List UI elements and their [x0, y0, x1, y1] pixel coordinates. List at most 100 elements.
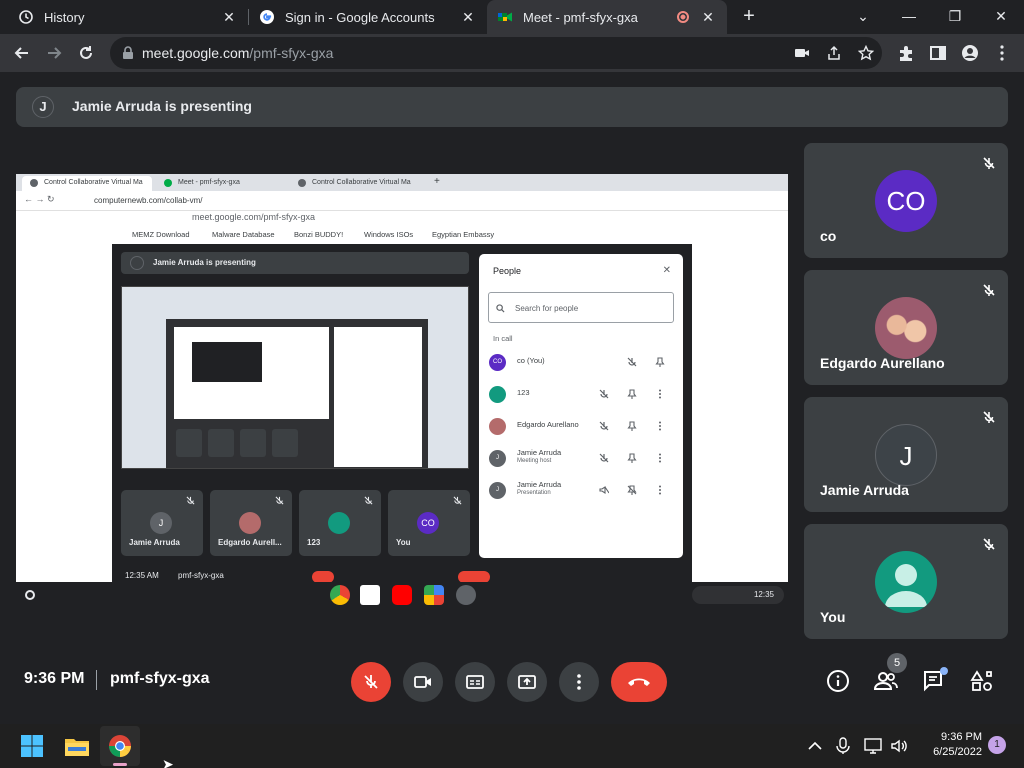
more-icon	[659, 421, 661, 431]
new-tab-button[interactable]: +	[738, 5, 760, 27]
youtube-icon	[392, 585, 412, 605]
inner-tile-name: Edgardo Aurell...	[218, 538, 282, 547]
people-avatar: J	[489, 482, 506, 499]
meeting-details-button[interactable]	[823, 666, 853, 696]
tab-meet[interactable]: Meet - pmf-sfyx-gxa ✕	[487, 0, 727, 34]
inner-bottom-bar: 12:35 AM pmf-sfyx-gxa	[112, 571, 692, 582]
start-button[interactable]	[12, 726, 52, 766]
address-bar[interactable]: meet.google.com/pmf-sfyx-gxa	[110, 37, 882, 69]
network-icon[interactable]	[864, 737, 882, 755]
tab-history[interactable]: History ✕	[8, 0, 248, 34]
participant-name: co	[820, 228, 837, 244]
chevron-up-icon[interactable]	[806, 737, 824, 755]
participant-tile[interactable]: You	[804, 524, 1008, 639]
participant-tile[interactable]: Edgardo Aurellano	[804, 270, 1008, 385]
mic-off-icon	[983, 157, 995, 169]
shared-tab-label: Control Collaborative Virtual Ma	[312, 179, 411, 186]
shared-tab: Control Collaborative Virtual Ma	[290, 176, 424, 191]
captions-button[interactable]	[455, 662, 495, 702]
people-name: co (You)	[517, 356, 545, 365]
gmail-icon	[360, 585, 380, 605]
taskbar-clock[interactable]: 9:36 PM 6/25/2022	[918, 730, 982, 760]
people-name: 123	[517, 388, 530, 397]
inner-tile-name: 123	[307, 538, 321, 547]
search-icon	[496, 304, 505, 313]
shared-tray: 12:35	[692, 586, 784, 604]
close-tab-icon[interactable]: ✕	[459, 9, 477, 26]
pin-icon	[627, 389, 637, 399]
volume-icon[interactable]	[890, 737, 908, 755]
people-role: Meeting host	[517, 458, 552, 464]
mic-off-icon	[364, 675, 378, 689]
people-name: Jamie Arruda	[517, 480, 562, 489]
microphone-icon[interactable]	[834, 737, 852, 755]
presenter-avatar: J	[32, 96, 54, 118]
share-icon[interactable]	[826, 45, 842, 61]
people-row: J Jamie Arruda Presentation	[489, 480, 669, 502]
tab-strip: History ✕ Sign in - Google Accounts ✕ Me…	[0, 0, 1024, 34]
history-icon	[18, 9, 34, 25]
restore-icon[interactable]: ❐	[944, 5, 966, 27]
more-options-button[interactable]	[559, 662, 599, 702]
inner-tile-avatar: J	[150, 512, 172, 534]
meeting-time: 9:36 PM	[24, 670, 85, 687]
google-icon	[259, 9, 275, 25]
close-window-icon[interactable]: ✕	[990, 5, 1012, 27]
inner-time: 12:35 AM	[125, 571, 159, 580]
minimize-icon[interactable]: —	[898, 5, 920, 27]
camera-toggle-button[interactable]	[403, 662, 443, 702]
shared-toolbar: ← → ↻ computernewb.com/collab-vm/	[16, 191, 788, 211]
profile-icon[interactable]	[961, 44, 979, 62]
inner-presenting-banner: Jamie Arruda is presenting	[121, 252, 469, 274]
notification-badge[interactable]: 1	[988, 736, 1006, 754]
reload-icon[interactable]	[74, 41, 98, 65]
shared-new-tab-icon: +	[434, 176, 440, 187]
extensions-icon[interactable]	[897, 44, 915, 62]
lock-icon	[122, 46, 134, 65]
close-tab-icon[interactable]: ✕	[699, 9, 717, 26]
close-tab-icon[interactable]: ✕	[220, 9, 238, 26]
bookmark-star-icon[interactable]	[858, 45, 874, 61]
inner-tile: Edgardo Aurell...	[210, 490, 292, 556]
meet-icon	[497, 9, 513, 25]
browser-toolbar: meet.google.com/pmf-sfyx-gxa	[0, 34, 1024, 72]
menu-kebab-icon[interactable]	[993, 44, 1011, 62]
chat-notification-dot	[940, 667, 948, 675]
file-explorer-button[interactable]	[57, 726, 97, 766]
back-icon[interactable]	[10, 41, 34, 65]
bookmark-item: Windows ISOs	[364, 230, 414, 239]
people-row: 123	[489, 384, 669, 406]
inner-tile: CO You	[388, 490, 470, 556]
mic-off-icon	[364, 496, 373, 505]
forward-icon[interactable]	[42, 41, 66, 65]
present-button[interactable]	[507, 662, 547, 702]
meeting-code: pmf-sfyx-gxa	[110, 670, 210, 687]
mouse-cursor: ➤	[162, 756, 174, 768]
shared-screen: Control Collaborative Virtual Ma Meet - …	[16, 174, 788, 582]
inner-tile-avatar: CO	[417, 512, 439, 534]
chrome-taskbar-button[interactable]	[100, 726, 140, 766]
people-avatar	[489, 418, 506, 435]
mic-toggle-button[interactable]	[351, 662, 391, 702]
photos-icon	[424, 585, 444, 605]
mic-off-icon	[186, 496, 195, 505]
activities-button[interactable]	[967, 666, 997, 696]
people-avatar	[489, 386, 506, 403]
participant-tile[interactable]: J Jamie Arruda	[804, 397, 1008, 512]
presenting-text: Jamie Arruda is presenting	[72, 98, 252, 114]
inner-tile-avatar	[328, 512, 350, 534]
leave-call-button[interactable]	[611, 662, 667, 702]
inner-bookmark-bar: meet.google.com/pmf-sfyx-gxa MEMZ Downlo…	[112, 212, 692, 244]
clock-time: 9:36 PM	[941, 731, 982, 743]
camera-icon[interactable]	[794, 45, 810, 61]
shared-tab-label: Control Collaborative Virtual Ma	[44, 179, 143, 186]
inner-tile-name: You	[396, 538, 411, 547]
tab-search-icon[interactable]: ⌄	[852, 5, 874, 27]
side-panel-icon[interactable]	[929, 44, 947, 62]
mic-off-icon	[599, 453, 609, 463]
inner-meet: Jamie Arruda is presenting J Jamie Arrud…	[112, 244, 692, 582]
participant-tile[interactable]: CO co	[804, 143, 1008, 258]
shared-nav-icons: ← → ↻	[24, 194, 55, 204]
inner-browser: meet.google.com/pmf-sfyx-gxa MEMZ Downlo…	[112, 212, 692, 582]
tab-sign-in[interactable]: Sign in - Google Accounts ✕	[249, 0, 487, 34]
